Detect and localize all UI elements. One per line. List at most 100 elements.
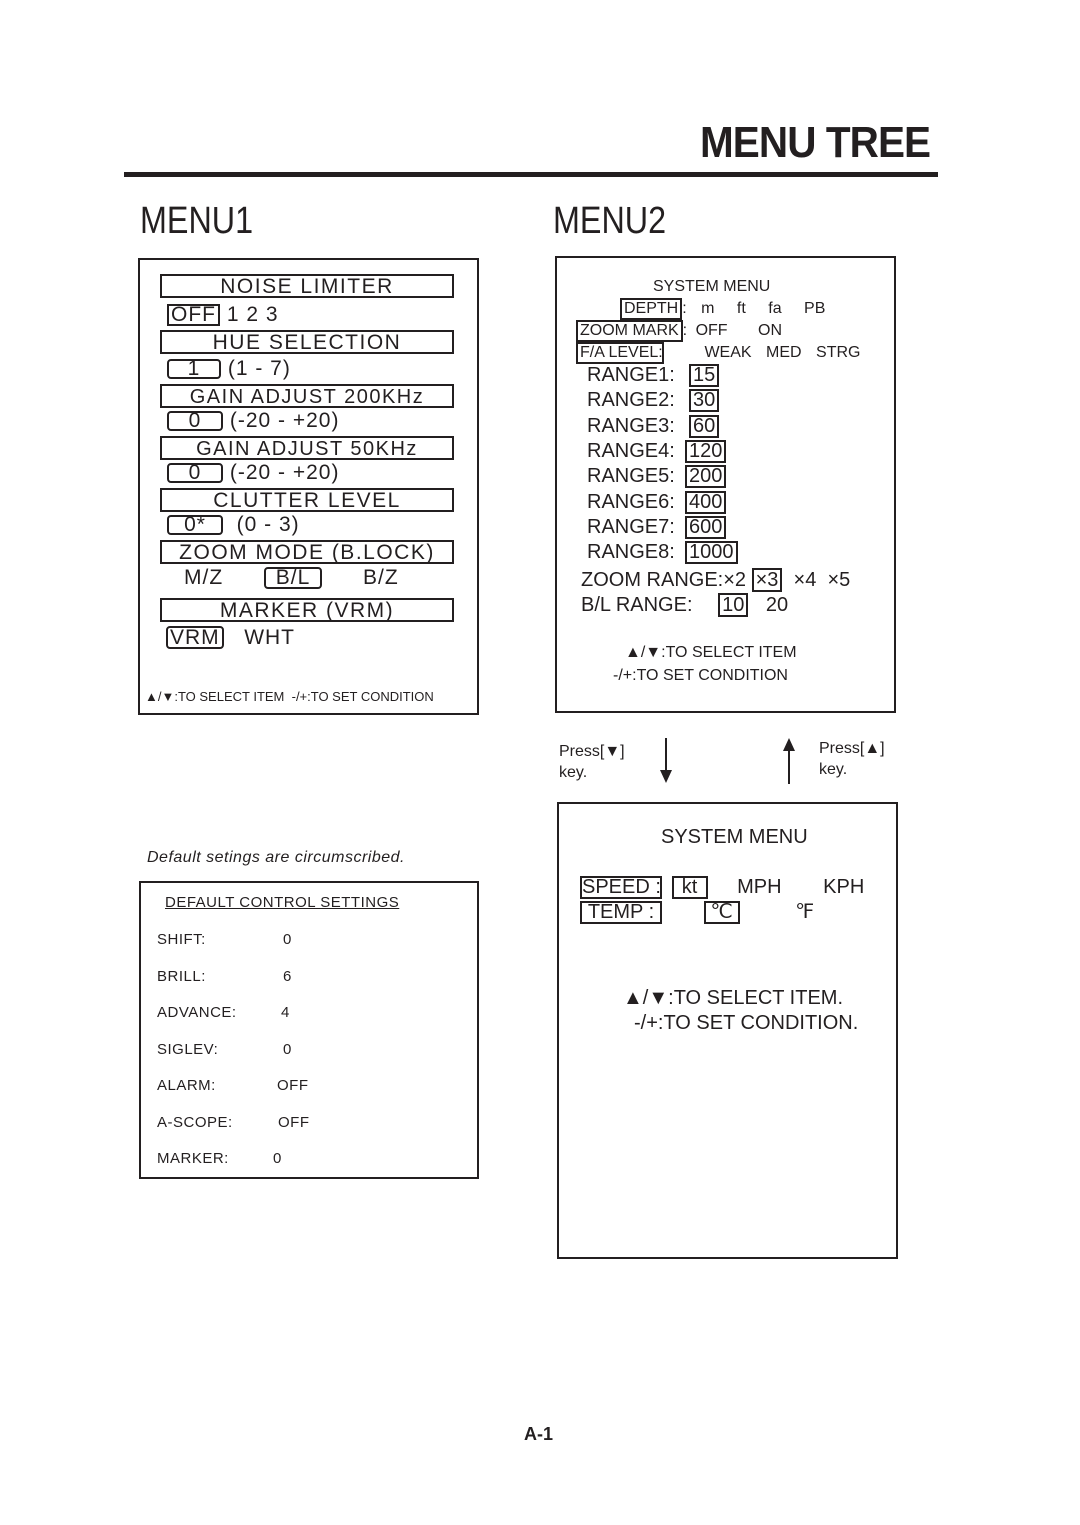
gain-50-range: (-20 - +20) bbox=[229, 461, 340, 484]
page-number: A-1 bbox=[524, 1424, 554, 1444]
depth-option-pb[interactable]: PB bbox=[804, 300, 825, 317]
marker-options: VRM WHT bbox=[166, 626, 295, 649]
zoom-option-bz[interactable]: B/Z bbox=[363, 567, 399, 589]
temp-option-fahrenheit[interactable]: ℉ bbox=[795, 901, 814, 923]
press-up-label: Press[▲] key. bbox=[819, 738, 885, 780]
default-setting-value: OFF bbox=[278, 1113, 310, 1131]
range-row: RANGE4: 120 bbox=[587, 439, 727, 463]
zoom-mark-row: ZOOM MARK: OFF ON bbox=[576, 320, 782, 342]
zoom-mark-option-off[interactable]: OFF bbox=[696, 322, 728, 339]
default-setting-label: SIGLEV: bbox=[157, 1040, 219, 1058]
temp-row: TEMP : ℃ ℉ bbox=[580, 901, 814, 924]
default-setting-value: 0 bbox=[283, 1040, 292, 1058]
press-down-text: Press[▼] bbox=[559, 743, 625, 760]
fa-option-weak[interactable]: WEAK bbox=[704, 344, 751, 361]
zoom-option-mz[interactable]: M/Z bbox=[184, 567, 223, 589]
system-menu-1-hint-select: ▲/▼:TO SELECT ITEM bbox=[625, 644, 797, 661]
range-label: RANGE8: bbox=[587, 541, 675, 564]
fa-level-row: F/A LEVEL: WEAK MED STRG bbox=[576, 342, 861, 364]
range-row: RANGE3: 60 bbox=[587, 414, 720, 438]
default-setting-value: 0 bbox=[283, 931, 292, 948]
speed-option-kph[interactable]: KPH bbox=[823, 876, 864, 898]
speed-label[interactable]: SPEED : bbox=[580, 876, 662, 899]
gain-200-value[interactable]: 0 bbox=[167, 410, 223, 431]
range-value[interactable]: 200 bbox=[685, 465, 727, 489]
zoom-range-option-x3[interactable]: ×3 bbox=[751, 568, 783, 592]
clutter-value[interactable]: 0* bbox=[167, 514, 223, 535]
range-value[interactable]: 600 bbox=[685, 515, 727, 539]
noise-option-2[interactable]: 2 bbox=[246, 303, 259, 326]
depth-option-m[interactable]: m bbox=[701, 300, 714, 317]
depth-option-ft[interactable]: ft bbox=[737, 300, 746, 317]
range-label: RANGE4: bbox=[587, 439, 675, 462]
range-value[interactable]: 400 bbox=[685, 490, 727, 514]
noise-option-off[interactable]: OFF bbox=[167, 304, 220, 326]
bl-range-option-10[interactable]: 10 bbox=[718, 593, 749, 617]
noise-option-3[interactable]: 3 bbox=[266, 303, 279, 326]
press-down-label: Press[▼] key. bbox=[559, 741, 625, 783]
range-row: RANGE1: 15 bbox=[587, 364, 720, 387]
range-label: RANGE1: bbox=[587, 364, 675, 386]
system-menu-2-panel: SYSTEM MENU SPEED : kt MPH KPH TEMP : ℃ … bbox=[557, 802, 898, 1259]
range-value[interactable]: 120 bbox=[685, 439, 727, 463]
clutter-row: 0* (0 - 3) bbox=[167, 514, 300, 536]
press-up-key-text: key. bbox=[819, 761, 848, 778]
zoom-mark-label[interactable]: ZOOM MARK bbox=[576, 320, 683, 342]
range-value[interactable]: 15 bbox=[689, 364, 720, 387]
default-setting-label: ADVANCE: bbox=[157, 1004, 237, 1021]
range-value[interactable]: 1000 bbox=[685, 541, 738, 565]
speed-option-mph[interactable]: MPH bbox=[737, 876, 781, 898]
zoom-range-option-x5[interactable]: ×5 bbox=[827, 569, 850, 591]
noise-limiter-options: OFF 1 2 3 bbox=[167, 304, 279, 326]
menu1-heading: MENU1 bbox=[140, 200, 254, 242]
default-setting-label: MARKER: bbox=[157, 1150, 229, 1167]
zoom-option-bl[interactable]: B/L bbox=[264, 567, 322, 589]
fa-option-med[interactable]: MED bbox=[766, 344, 802, 361]
noise-option-1[interactable]: 1 bbox=[227, 303, 240, 326]
gain-200-row: 0 (-20 - +20) bbox=[167, 410, 339, 432]
temp-label[interactable]: TEMP : bbox=[580, 901, 662, 924]
range-label: RANGE2: bbox=[587, 389, 675, 412]
range-row: RANGE7: 600 bbox=[587, 515, 727, 539]
bl-range-option-20[interactable]: 20 bbox=[766, 594, 788, 616]
system-menu-2-title: SYSTEM MENU bbox=[661, 826, 808, 848]
marker-option-vrm[interactable]: VRM bbox=[166, 626, 224, 649]
zoom-range-option-x4[interactable]: ×4 bbox=[794, 569, 817, 591]
bl-range-label: B/L RANGE: bbox=[581, 594, 693, 616]
fa-level-label[interactable]: F/A LEVEL: bbox=[576, 342, 664, 364]
title-rule bbox=[124, 172, 938, 177]
range-value[interactable]: 30 bbox=[689, 389, 720, 413]
zoom-range-row: ZOOM RANGE:×2 ×3 ×4 ×5 bbox=[581, 568, 850, 592]
default-settings-title: DEFAULT CONTROL SETTINGS bbox=[165, 894, 400, 911]
system-menu-1-panel: SYSTEM MENU DEPTH: m ft fa PB ZOOM MARK:… bbox=[555, 256, 896, 713]
range-value[interactable]: 60 bbox=[689, 414, 720, 438]
zoom-range-label: ZOOM RANGE: bbox=[581, 569, 724, 591]
depth-label[interactable]: DEPTH bbox=[620, 298, 683, 320]
arrow-down-icon bbox=[658, 738, 674, 784]
fa-option-strg[interactable]: STRG bbox=[816, 344, 860, 361]
marker-option-wht[interactable]: WHT bbox=[244, 626, 295, 649]
range-row: RANGE5: 200 bbox=[587, 465, 727, 489]
system-menu-2-hint-set: -/+:TO SET CONDITION. bbox=[634, 1012, 859, 1034]
marker-header: MARKER (VRM) bbox=[160, 598, 454, 622]
temp-option-celsius[interactable]: ℃ bbox=[703, 901, 740, 924]
hue-value[interactable]: 1 bbox=[167, 358, 221, 379]
range-label: RANGE7: bbox=[587, 515, 675, 538]
clutter-header: CLUTTER LEVEL bbox=[160, 488, 454, 512]
system-menu-1-hint-set: -/+:TO SET CONDITION bbox=[613, 667, 788, 684]
menu1-hint: ▲/▼:TO SELECT ITEM -/+:TO SET CONDITION bbox=[145, 689, 434, 704]
page-title: MENU TREE bbox=[699, 118, 931, 167]
gain-50-value[interactable]: 0 bbox=[167, 462, 223, 483]
speed-row: SPEED : kt MPH KPH bbox=[580, 876, 864, 899]
default-setting-label: BRILL: bbox=[157, 967, 206, 985]
range-label: RANGE6: bbox=[587, 490, 675, 513]
range-row: RANGE6: 400 bbox=[587, 490, 727, 514]
defaults-note: Default setings are circumscribed. bbox=[147, 849, 405, 866]
menu2-heading: MENU2 bbox=[553, 200, 667, 242]
gain-50-header: GAIN ADJUST 50KHz bbox=[160, 436, 454, 460]
depth-option-fa[interactable]: fa bbox=[768, 300, 781, 317]
speed-option-kt[interactable]: kt bbox=[671, 876, 708, 899]
arrow-up-icon bbox=[781, 738, 797, 784]
zoom-range-option-x2[interactable]: ×2 bbox=[723, 569, 746, 591]
zoom-mark-option-on[interactable]: ON bbox=[758, 322, 782, 339]
